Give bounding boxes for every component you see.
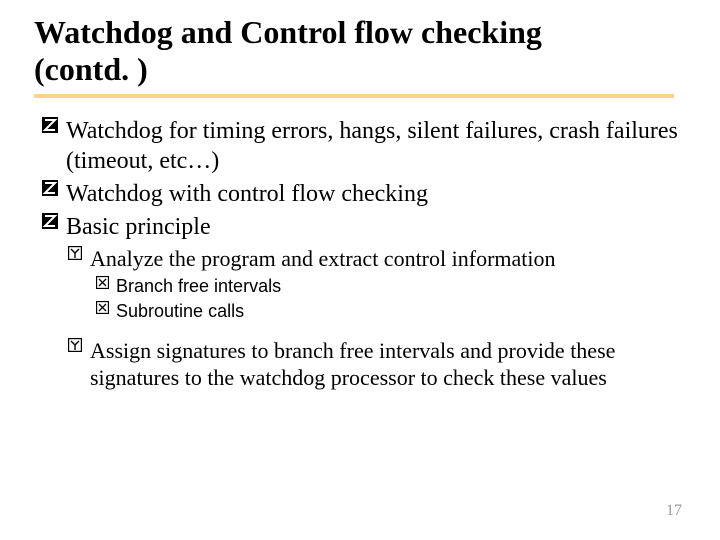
square-z-icon — [42, 117, 58, 133]
title-underline — [34, 94, 674, 98]
slide-title: Watchdog and Control flow checking (cont… — [34, 14, 686, 88]
bullet-level3: Subroutine calls — [96, 300, 686, 323]
bullet-level1: Watchdog with control flow checking — [42, 179, 686, 209]
slide: Watchdog and Control flow checking (cont… — [0, 0, 720, 540]
square-x-icon — [96, 276, 109, 289]
bullet-text: Subroutine calls — [116, 301, 244, 321]
square-z-icon — [42, 213, 58, 229]
square-y-icon — [68, 338, 82, 352]
bullet-text: Branch free intervals — [116, 276, 281, 296]
bullet-level1: Watchdog for timing errors, hangs, silen… — [42, 116, 686, 176]
square-y-icon — [68, 246, 82, 260]
page-number: 17 — [666, 502, 682, 520]
bullet-level3: Branch free intervals — [96, 275, 686, 298]
bullet-text: Analyze the program and extract control … — [90, 246, 556, 271]
bullet-text: Watchdog with control flow checking — [66, 181, 428, 207]
square-z-icon — [42, 180, 58, 196]
bullet-text: Basic principle — [66, 214, 211, 240]
bullet-text: Watchdog for timing errors, hangs, silen… — [66, 118, 678, 174]
title-line-1: Watchdog and Control flow checking — [34, 14, 542, 50]
bullet-text: Assign signatures to branch free interva… — [90, 338, 615, 391]
bullet-level1: Basic principle — [42, 212, 686, 242]
square-x-icon — [96, 301, 109, 314]
bullet-level2: Analyze the program and extract control … — [68, 245, 686, 273]
bullet-level2: Assign signatures to branch free interva… — [68, 337, 686, 392]
title-line-2: (contd. ) — [34, 51, 148, 87]
